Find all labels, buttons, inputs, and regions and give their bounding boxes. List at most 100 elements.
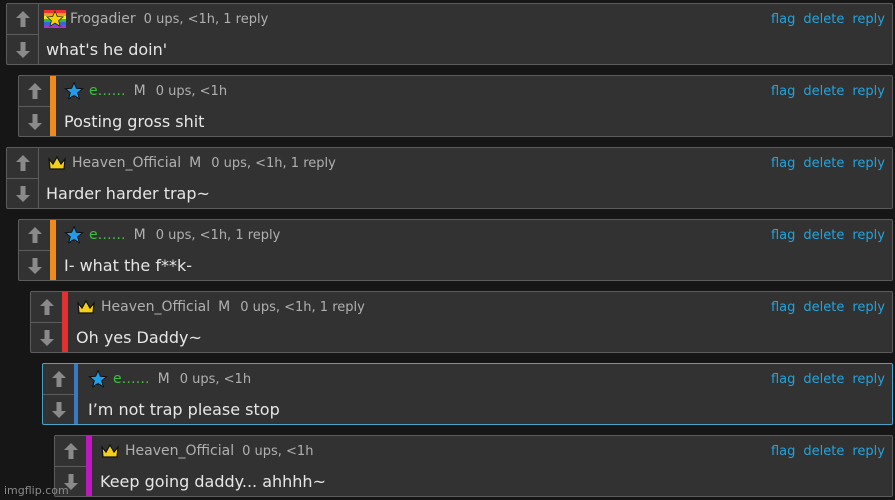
downvote-button[interactable]: [7, 35, 38, 65]
username[interactable]: e……: [89, 227, 126, 243]
arrow-up-icon: [63, 443, 78, 459]
comment-header: Heaven_Official M 0 ups, <1h, 1 reply: [75, 298, 365, 316]
comment: Heaven_Official 0 ups, <1h flag delete r…: [54, 435, 893, 497]
upvote-button[interactable]: [31, 292, 62, 323]
comment-meta: 0 ups, <1h: [179, 371, 252, 387]
arrow-up-icon: [39, 299, 54, 315]
comment-actions: flag delete reply: [771, 12, 885, 27]
mod-badge: M: [157, 371, 170, 387]
downvote-button[interactable]: [19, 107, 50, 137]
imgflip-watermark: imgflip.com: [4, 484, 69, 497]
crown-avatar-icon: [99, 442, 121, 460]
flag-link[interactable]: flag: [771, 12, 795, 27]
comment-actions: flag delete reply: [771, 444, 885, 459]
mod-badge: M: [189, 155, 202, 171]
upvote-button[interactable]: [19, 76, 50, 107]
comment-header: e…… M 0 ups, <1h: [63, 82, 227, 100]
vote-column: [7, 148, 39, 208]
flag-link[interactable]: flag: [771, 372, 795, 387]
vote-column: [7, 4, 39, 64]
thread-depth-bar: [50, 76, 56, 136]
flag-link[interactable]: flag: [771, 228, 795, 243]
comment-actions: flag delete reply: [771, 300, 885, 315]
arrow-down-icon: [27, 114, 42, 130]
downvote-button[interactable]: [19, 251, 50, 281]
arrow-down-icon: [15, 186, 30, 202]
comment-text: I- what the f**k-: [64, 256, 192, 275]
delete-link[interactable]: delete: [803, 156, 844, 171]
arrow-up-icon: [15, 155, 30, 171]
comment-text: Keep going daddy... ahhhh~: [100, 472, 326, 491]
comment-text: Oh yes Daddy~: [76, 328, 202, 347]
comment-header: e…… M 0 ups, <1h, 1 reply: [63, 226, 280, 244]
blue-star-avatar-icon: [63, 82, 85, 100]
flag-link[interactable]: flag: [771, 156, 795, 171]
comment-meta: 0 ups, <1h: [242, 443, 314, 459]
downvote-button[interactable]: [31, 323, 62, 353]
thread-depth-bar: [62, 292, 68, 352]
arrow-down-icon: [39, 330, 54, 346]
arrow-up-icon: [27, 227, 42, 243]
comment: e…… M 0 ups, <1h flag delete reply I’m n…: [42, 363, 893, 425]
username[interactable]: Heaven_Official: [125, 443, 234, 459]
comment-text: I’m not trap please stop: [88, 400, 280, 419]
comment-header: Heaven_Official M 0 ups, <1h, 1 reply: [46, 154, 336, 172]
comment-text: Harder harder trap~: [46, 184, 210, 203]
upvote-button[interactable]: [43, 364, 74, 395]
reply-link[interactable]: reply: [852, 84, 885, 99]
reply-link[interactable]: reply: [852, 300, 885, 315]
mod-badge: M: [218, 299, 231, 315]
flag-link[interactable]: flag: [771, 300, 795, 315]
upvote-button[interactable]: [7, 4, 38, 35]
comment: Frogadier 0 ups, <1h, 1 reply flag delet…: [6, 3, 893, 65]
arrow-up-icon: [27, 83, 42, 99]
reply-link[interactable]: reply: [852, 444, 885, 459]
comment: Heaven_Official M 0 ups, <1h, 1 reply fl…: [6, 147, 893, 209]
arrow-down-icon: [27, 258, 42, 274]
comment-actions: flag delete reply: [771, 156, 885, 171]
mod-badge: M: [133, 83, 146, 99]
flag-link[interactable]: flag: [771, 84, 795, 99]
reply-link[interactable]: reply: [852, 156, 885, 171]
downvote-button[interactable]: [43, 395, 74, 425]
delete-link[interactable]: delete: [803, 372, 844, 387]
thread-depth-bar: [86, 436, 92, 496]
arrow-up-icon: [51, 371, 66, 387]
flag-link[interactable]: flag: [771, 444, 795, 459]
comment-meta: 0 ups, <1h: [155, 83, 228, 99]
delete-link[interactable]: delete: [803, 84, 844, 99]
username[interactable]: Frogadier: [70, 11, 136, 27]
upvote-button[interactable]: [7, 148, 38, 179]
delete-link[interactable]: delete: [803, 228, 844, 243]
arrow-down-icon: [51, 402, 66, 418]
comment: Heaven_Official M 0 ups, <1h, 1 reply fl…: [30, 291, 893, 353]
delete-link[interactable]: delete: [803, 444, 844, 459]
downvote-button[interactable]: [7, 179, 38, 209]
arrow-down-icon: [15, 42, 30, 58]
vote-column: [19, 76, 51, 136]
delete-link[interactable]: delete: [803, 300, 844, 315]
upvote-button[interactable]: [19, 220, 50, 251]
blue-star-avatar-icon: [87, 370, 109, 388]
crown-avatar-icon: [75, 298, 97, 316]
comment-header: Frogadier 0 ups, <1h, 1 reply: [44, 10, 268, 28]
comment-meta: 0 ups, <1h, 1 reply: [155, 227, 281, 243]
username[interactable]: Heaven_Official: [101, 299, 210, 315]
comment: e…… M 0 ups, <1h flag delete reply Posti…: [18, 75, 893, 137]
comment-text: what's he doin': [46, 40, 168, 59]
comment-actions: flag delete reply: [771, 372, 885, 387]
comment-meta: 0 ups, <1h, 1 reply: [143, 11, 269, 27]
comment-header: Heaven_Official 0 ups, <1h: [99, 442, 313, 460]
reply-link[interactable]: reply: [852, 12, 885, 27]
reply-link[interactable]: reply: [852, 372, 885, 387]
delete-link[interactable]: delete: [803, 12, 844, 27]
comment-meta: 0 ups, <1h, 1 reply: [211, 155, 336, 171]
reply-link[interactable]: reply: [852, 228, 885, 243]
comment-meta: 0 ups, <1h, 1 reply: [240, 299, 365, 315]
username[interactable]: e……: [113, 371, 150, 387]
username[interactable]: e……: [89, 83, 126, 99]
thread-depth-bar: [74, 364, 78, 424]
comment-actions: flag delete reply: [771, 84, 885, 99]
username[interactable]: Heaven_Official: [72, 155, 181, 171]
upvote-button[interactable]: [55, 436, 86, 467]
